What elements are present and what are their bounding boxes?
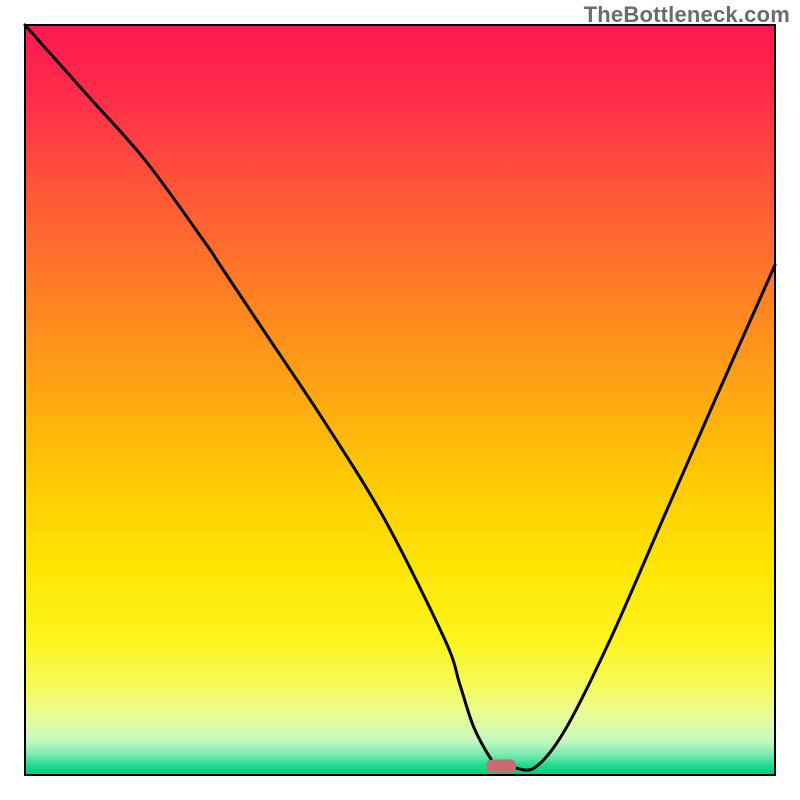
watermark-text: TheBottleneck.com <box>584 2 790 28</box>
chart-stage: TheBottleneck.com <box>0 0 800 800</box>
bottleneck-chart <box>0 0 800 800</box>
optimal-marker <box>486 760 516 773</box>
gradient-background <box>25 25 775 775</box>
